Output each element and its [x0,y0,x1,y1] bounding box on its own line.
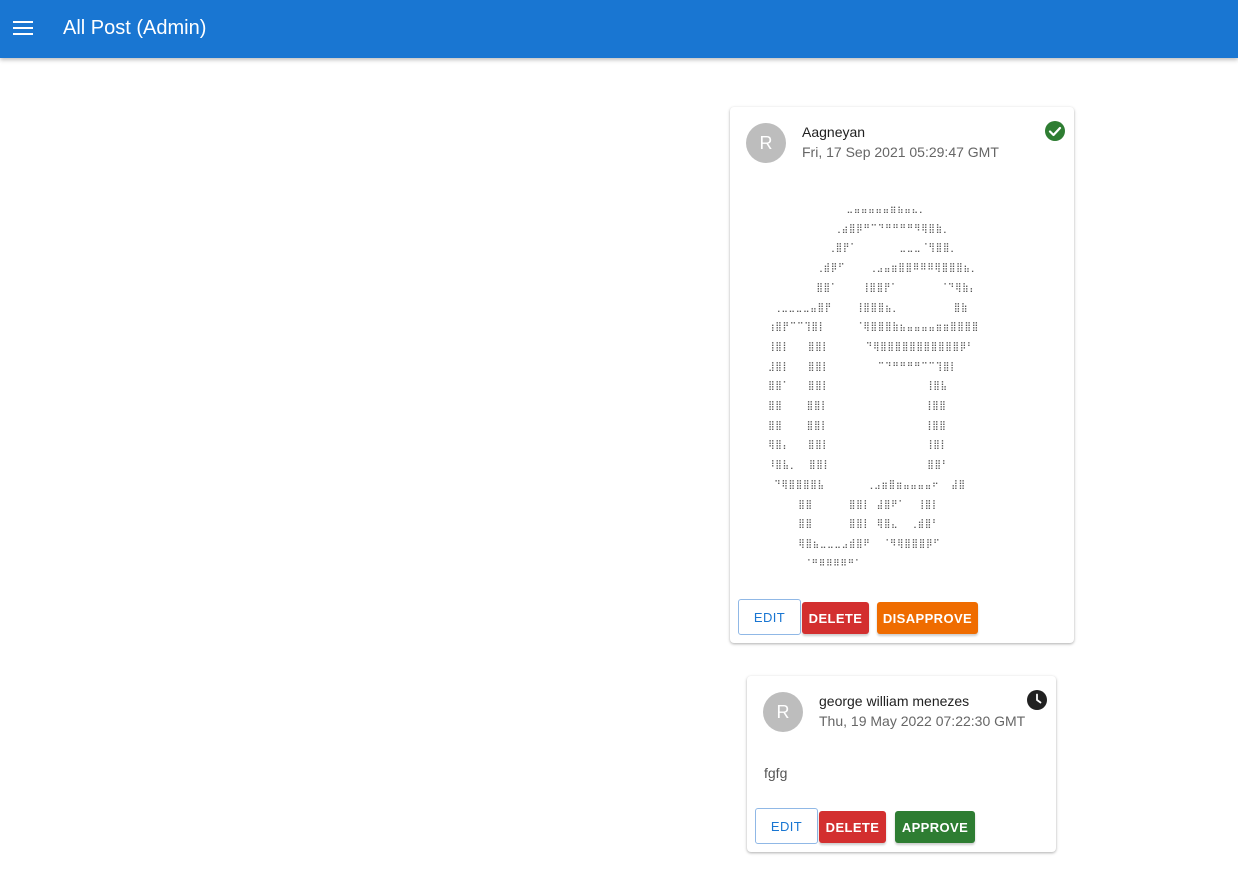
post-author: george william menezes [819,693,970,709]
app-bar: All Post (Admin) [0,0,1238,58]
post-author: Aagneyan [802,124,866,140]
post-date: Thu, 19 May 2022 07:22:30 GMT [819,713,1026,729]
avatar: R [746,123,786,163]
post-card: R Aagneyan Fri, 17 Sep 2021 05:29:47 GMT… [730,107,1074,643]
menu-button[interactable] [8,11,38,45]
page-title: All Post (Admin) [63,17,207,39]
delete-button[interactable]: DELETE [802,602,869,634]
post-date: Fri, 17 Sep 2021 05:29:47 GMT [802,144,999,160]
ascii-art-logo: ⣀⣤⣤⣤⣤⣤⣶⣦⣤⣄⡀ ⢀⣴⣿⡿⠛⠉⠙⠛⠛⠛⠛⠻⢿⣿⣷⡀ ⢀⣿⡟⠁ ⣀⣀⣀⠈⢻⣿… [768,203,979,569]
approve-button[interactable]: APPROVE [895,811,975,843]
delete-button[interactable]: DELETE [819,811,886,843]
menu-icon [13,21,33,35]
check-circle-icon [1045,121,1065,141]
avatar: R [763,692,803,732]
edit-button[interactable]: EDIT [755,808,818,844]
post-text: fgfg [764,765,788,781]
clock-icon [1027,690,1047,710]
disapprove-button[interactable]: DISAPPROVE [877,602,978,634]
post-card: R george william menezes Thu, 19 May 202… [747,676,1056,852]
edit-button[interactable]: EDIT [738,599,801,635]
